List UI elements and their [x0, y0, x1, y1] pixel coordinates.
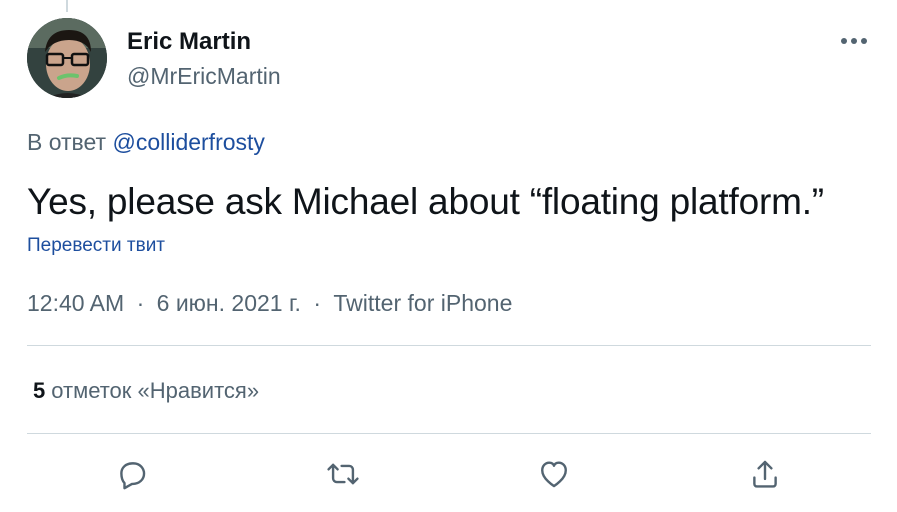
divider: [27, 345, 871, 346]
tweet-text: Yes, please ask Michael about “floating …: [27, 181, 824, 222]
likes-count-link[interactable]: 5 отметок «Нравится»: [33, 378, 259, 404]
share-button[interactable]: [743, 452, 787, 496]
thread-connector-line: [66, 0, 68, 12]
translate-tweet-link[interactable]: Перевести твит: [27, 235, 165, 257]
reply-icon: [120, 462, 146, 490]
tweet-source[interactable]: Twitter for iPhone: [333, 290, 512, 316]
like-button[interactable]: [532, 452, 576, 496]
avatar[interactable]: [27, 18, 107, 98]
author-handle[interactable]: @MrEricMartin: [127, 63, 281, 90]
meta-separator: ·: [313, 290, 321, 316]
author-display-name[interactable]: Eric Martin: [127, 28, 251, 56]
more-options-button[interactable]: [834, 24, 874, 58]
more-dots-icon: [841, 38, 867, 44]
reply-button[interactable]: [110, 452, 154, 496]
reply-context: В ответ @colliderfrosty: [27, 129, 265, 156]
retweet-button[interactable]: [321, 452, 365, 496]
like-icon: [541, 461, 567, 488]
divider: [27, 433, 871, 434]
retweet-icon: [327, 463, 359, 485]
share-icon: [753, 460, 777, 488]
meta-separator: ·: [136, 290, 145, 316]
tweet-metadata: 12:40 AM · 6 июн. 2021 г. · Twitter for …: [27, 290, 512, 317]
likes-label: отметок «Нравится»: [51, 378, 260, 403]
tweet-date[interactable]: 6 июн. 2021 г.: [157, 290, 301, 316]
tweet-time[interactable]: 12:40 AM: [27, 290, 124, 316]
tweet-detail: Eric Martin @MrEricMartin В ответ @colli…: [0, 0, 897, 512]
reply-prefix: В ответ: [27, 129, 107, 155]
reply-mention-link[interactable]: @colliderfrosty: [112, 129, 264, 155]
profile-photo-icon: [27, 18, 107, 98]
likes-count: 5: [33, 378, 46, 403]
